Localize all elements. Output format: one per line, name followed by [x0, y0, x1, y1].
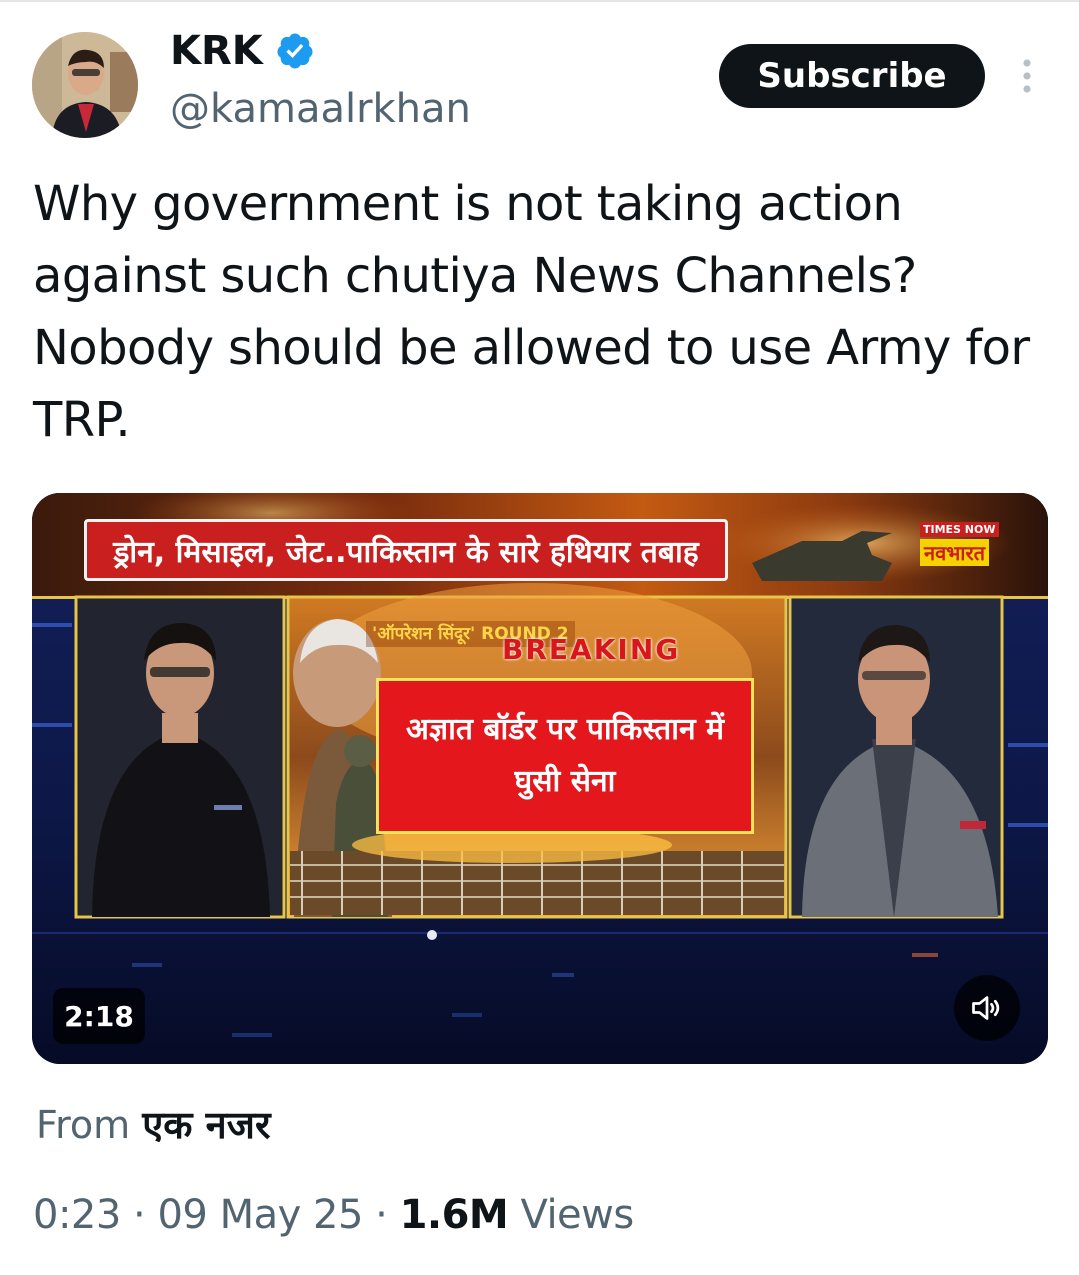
more-vertical-icon: [1023, 59, 1031, 93]
source-prefix: From: [36, 1103, 131, 1147]
tweet-date[interactable]: 09 May 25: [157, 1192, 363, 1238]
subscribe-button[interactable]: Subscribe: [719, 44, 985, 108]
video-banner: ड्रोन, मिसाइल, जेट..पाकिस्तान के सारे हथ…: [84, 519, 728, 581]
views-label: Views: [520, 1192, 634, 1238]
mute-button[interactable]: [954, 975, 1020, 1041]
video-player[interactable]: ड्रोन, मिसाइल, जेट..पाकिस्तान के सारे हथ…: [32, 493, 1048, 1064]
news-headline: अज्ञात बॉर्डर पर पाकिस्तान में घुसी सेना: [376, 678, 754, 834]
source-attribution: From एक नजर: [36, 1098, 271, 1150]
more-options-button[interactable]: [1012, 56, 1042, 96]
author-name-row: KRK: [170, 28, 315, 74]
author-display-name[interactable]: KRK: [170, 28, 263, 74]
top-divider: [0, 0, 1079, 2]
channel-logo-bottom: नवभारत: [920, 539, 990, 566]
meta-separator: ·: [133, 1192, 146, 1238]
tweet-text: Why government is not taking action agai…: [33, 176, 1030, 448]
views-count: 1.6M: [399, 1192, 509, 1238]
tweet-meta: 0:23 · 09 May 25 · 1.6M Views: [33, 1192, 634, 1238]
verified-badge-icon: [277, 33, 313, 69]
breaking-label: BREAKING: [502, 633, 681, 666]
profile-photo-icon: [32, 32, 138, 138]
tweet-time[interactable]: 0:23: [33, 1192, 121, 1238]
video-duration: 2:18: [53, 988, 145, 1044]
source-name[interactable]: एक नजर: [142, 1103, 270, 1147]
avatar[interactable]: [32, 32, 138, 138]
author-handle[interactable]: @kamaalrkhan: [170, 86, 471, 132]
volume-muted-icon: [972, 996, 1000, 1020]
channel-logo-top: TIMES NOW: [920, 522, 999, 537]
channel-logo: TIMES NOW नवभारत: [920, 518, 1020, 570]
meta-separator: ·: [375, 1192, 388, 1238]
